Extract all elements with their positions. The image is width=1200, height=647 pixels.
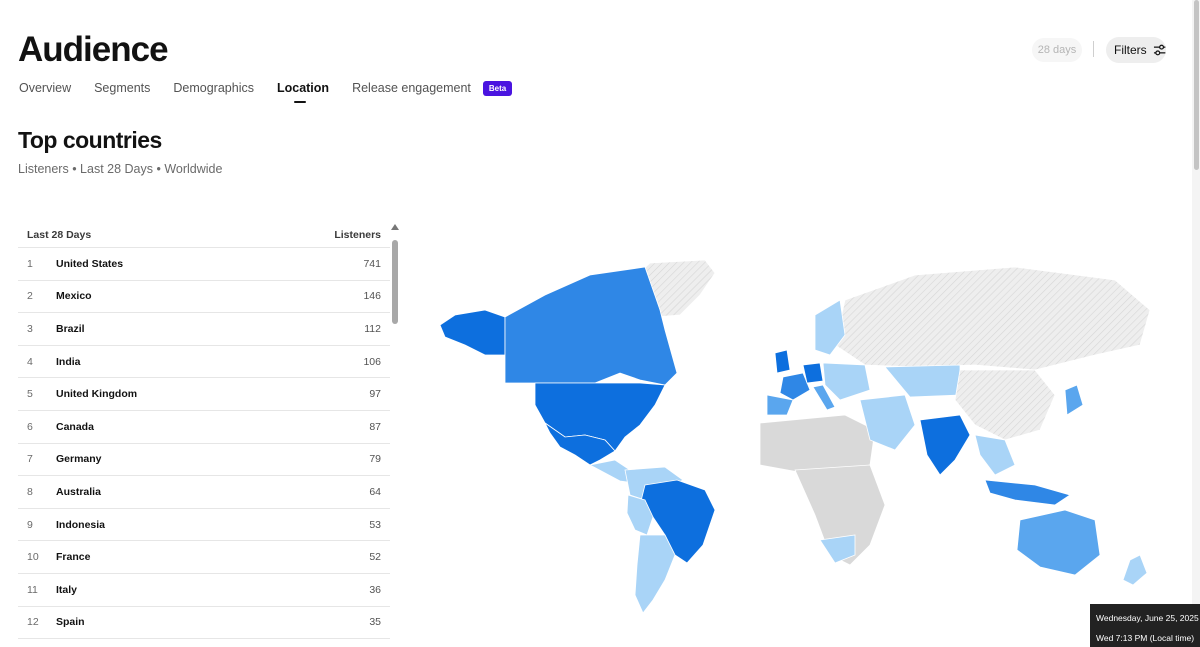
- row-rank: 1: [27, 257, 33, 270]
- table-row[interactable]: 8 Australia 64: [18, 476, 390, 509]
- header-divider: [1093, 41, 1094, 57]
- table-header: Last 28 Days Listeners: [18, 222, 390, 248]
- row-country: France: [56, 551, 91, 564]
- tab-location[interactable]: Location: [277, 79, 329, 103]
- row-rank: 7: [27, 453, 33, 466]
- filters-label: Filters: [1114, 43, 1147, 57]
- map-region-germany[interactable]: [802, 362, 824, 384]
- row-country: India: [56, 355, 81, 368]
- row-listeners: 87: [369, 420, 381, 433]
- map-region-uk[interactable]: [774, 349, 791, 374]
- section-title: Top countries: [18, 127, 162, 153]
- row-country: Mexico: [56, 290, 92, 303]
- row-listeners: 52: [369, 551, 381, 564]
- top-countries-table: Last 28 Days Listeners 1 United States 741…: [18, 222, 390, 640]
- tab-release-engagement[interactable]: Release engagement: [352, 79, 471, 97]
- tooltip-time: Wed 7:13 PM (Local time): [1096, 633, 1195, 643]
- tab-overview[interactable]: Overview: [19, 79, 71, 97]
- sliders-icon: [1153, 44, 1166, 56]
- row-rank: 5: [27, 388, 33, 401]
- map-region-southeast-asia[interactable]: [974, 434, 1016, 476]
- table-row[interactable]: 10 France 52: [18, 541, 390, 574]
- row-country: Australia: [56, 485, 101, 498]
- audience-tabs: Overview Segments Demographics Location …: [19, 79, 513, 103]
- row-rank: 3: [27, 322, 33, 335]
- table-row[interactable]: 4 India 106: [18, 346, 390, 379]
- row-country: Canada: [56, 420, 94, 433]
- row-rank: 4: [27, 355, 33, 368]
- tab-demographics[interactable]: Demographics: [173, 79, 254, 97]
- table-row[interactable]: 1 United States 741: [18, 248, 390, 281]
- row-rank: 8: [27, 485, 33, 498]
- row-listeners: 36: [369, 583, 381, 596]
- table-row[interactable]: 12 Spain 35: [18, 607, 390, 640]
- column-header-period: Last 28 Days: [27, 228, 92, 241]
- row-country: Italy: [56, 583, 78, 596]
- table-row[interactable]: 2 Mexico 146: [18, 281, 390, 314]
- table-row[interactable]: 9 Indonesia 53: [18, 509, 390, 542]
- map-region-australia[interactable]: [1016, 509, 1101, 576]
- map-region-central-asia[interactable]: [884, 364, 961, 398]
- row-listeners: 146: [363, 290, 381, 303]
- row-country: United Kingdom: [56, 388, 138, 401]
- table-row[interactable]: 6 Canada 87: [18, 411, 390, 444]
- world-map[interactable]: [415, 255, 1160, 615]
- tab-segments[interactable]: Segments: [94, 79, 150, 97]
- map-regions: [439, 259, 1151, 614]
- row-rank: 6: [27, 420, 33, 433]
- table-row[interactable]: 11 Italy 36: [18, 574, 390, 607]
- section-subtitle: Listeners • Last 28 Days • Worldwide: [18, 162, 223, 176]
- row-listeners: 79: [369, 453, 381, 466]
- table-row[interactable]: 3 Brazil 112: [18, 313, 390, 346]
- table-scrollbar[interactable]: [392, 240, 398, 324]
- row-listeners: 53: [369, 518, 381, 531]
- row-country: Indonesia: [56, 518, 106, 531]
- beta-badge: Beta: [482, 80, 513, 96]
- map-region-eastern-europe[interactable]: [822, 362, 871, 401]
- tooltip-date: Wednesday, June 25, 2025: [1096, 613, 1199, 623]
- row-rank: 2: [27, 290, 33, 303]
- page-scroll-thumb[interactable]: [1194, 0, 1199, 170]
- filters-button[interactable]: Filters: [1106, 37, 1166, 63]
- row-country: United States: [56, 257, 124, 270]
- row-country: Spain: [56, 616, 85, 629]
- row-listeners: 97: [369, 388, 381, 401]
- table-row[interactable]: 5 United Kingdom 97: [18, 378, 390, 411]
- map-region-japan[interactable]: [1064, 384, 1084, 416]
- date-range-chip[interactable]: 28 days: [1032, 38, 1082, 62]
- page-title: Audience: [18, 30, 169, 69]
- row-rank: 10: [27, 551, 39, 564]
- map-region-india[interactable]: [919, 414, 971, 476]
- row-country: Brazil: [56, 322, 85, 335]
- row-country: Germany: [56, 453, 102, 466]
- column-header-listeners[interactable]: Listeners: [334, 229, 381, 241]
- datetime-tooltip: Wednesday, June 25, 2025 Wed 7:13 PM (Lo…: [1090, 604, 1200, 647]
- row-rank: 11: [27, 583, 38, 596]
- map-region-alaska[interactable]: [439, 309, 506, 356]
- table-sort-arrow-icon[interactable]: [391, 224, 399, 230]
- map-region-indonesia[interactable]: [984, 479, 1071, 506]
- map-region-argentina-chile[interactable]: [634, 534, 676, 614]
- row-listeners: 112: [364, 322, 381, 335]
- map-region-canada[interactable]: [504, 266, 678, 386]
- map-region-new-zealand[interactable]: [1122, 554, 1148, 586]
- row-rank: 9: [27, 518, 33, 531]
- row-listeners: 741: [363, 257, 381, 270]
- row-listeners: 35: [369, 616, 381, 629]
- table-row[interactable]: 7 Germany 79: [18, 444, 390, 477]
- row-rank: 12: [27, 616, 39, 629]
- audience-page: Audience 28 days Filters Overview Segmen…: [0, 0, 1200, 647]
- map-region-china[interactable]: [954, 369, 1056, 441]
- row-listeners: 106: [363, 355, 381, 368]
- map-region-russia[interactable]: [834, 266, 1151, 371]
- row-listeners: 64: [369, 485, 381, 498]
